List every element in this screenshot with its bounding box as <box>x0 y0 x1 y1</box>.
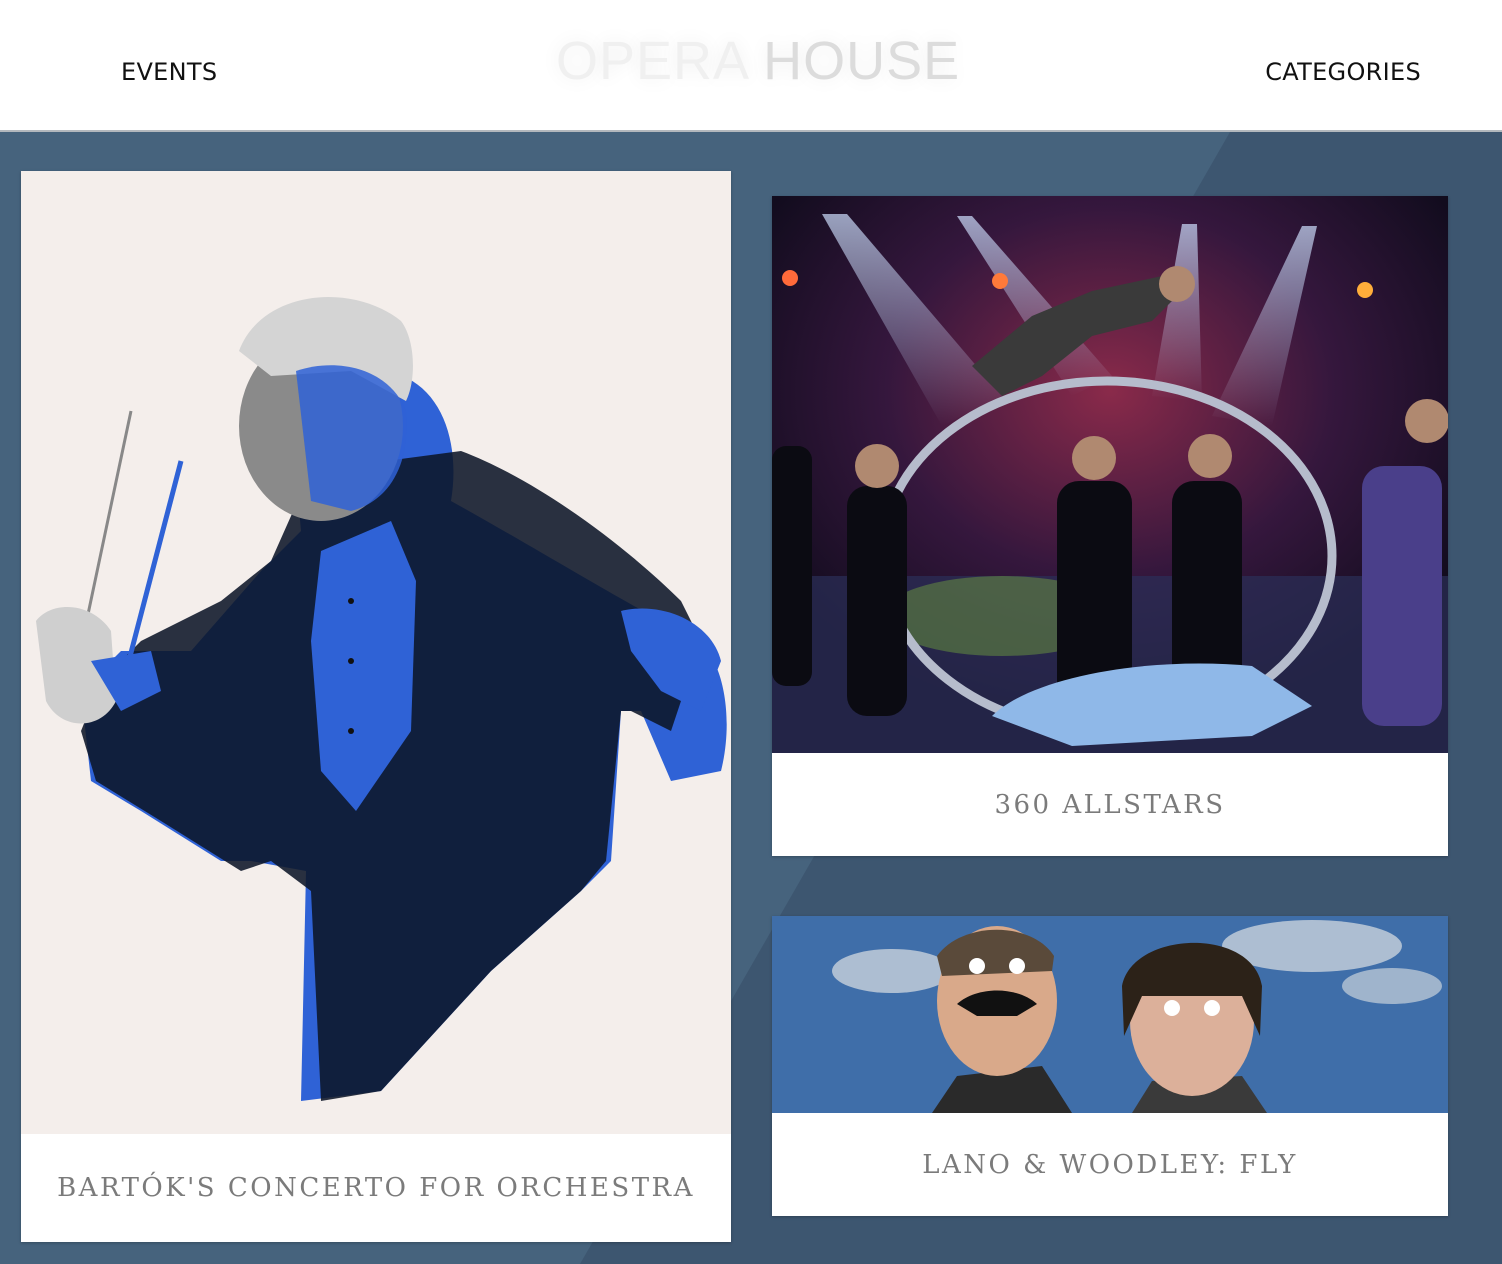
event-title[interactable]: LANO & WOODLEY: FLY <box>772 1113 1448 1216</box>
shirt-button <box>348 728 354 734</box>
event-card-bartok[interactable]: BARTÓK'S CONCERTO FOR ORCHESTRA <box>21 171 731 1242</box>
event-card-360-allstars[interactable]: 360 ALLSTARS <box>772 196 1448 856</box>
event-title[interactable]: BARTÓK'S CONCERTO FOR ORCHESTRA <box>21 1134 731 1242</box>
site-header: EVENTS OPERA HOUSE CATEGORIES <box>0 0 1502 132</box>
stage-light <box>992 273 1008 289</box>
site-logo[interactable]: OPERA HOUSE <box>556 30 960 92</box>
eye-shape <box>1164 1000 1180 1016</box>
event-image-conductor <box>21 171 731 1134</box>
top-acrobat-head <box>1159 266 1195 302</box>
stage-light <box>1357 282 1373 298</box>
logo-word-house: HOUSE <box>763 31 961 91</box>
eye-shape <box>1009 958 1025 974</box>
stage-light <box>782 270 798 286</box>
shirt-button <box>348 658 354 664</box>
cloud-shape <box>1342 968 1442 1004</box>
event-title[interactable]: 360 ALLSTARS <box>772 753 1448 856</box>
cloud-shape <box>832 949 952 993</box>
shirt-button <box>348 598 354 604</box>
events-grid: BARTÓK'S CONCERTO FOR ORCHESTRA 360 ALLS… <box>0 132 1502 1264</box>
logo-word-opera: OPERA <box>556 31 748 91</box>
nav-categories-link[interactable]: CATEGORIES <box>1265 58 1421 86</box>
eye-shape <box>1204 1000 1220 1016</box>
event-card-lano-woodley[interactable]: LANO & WOODLEY: FLY <box>772 916 1448 1216</box>
nav-events-link[interactable]: EVENTS <box>121 58 217 86</box>
event-image-acrobats <box>772 196 1448 753</box>
event-image-performers <box>772 916 1448 1113</box>
eye-shape <box>969 958 985 974</box>
